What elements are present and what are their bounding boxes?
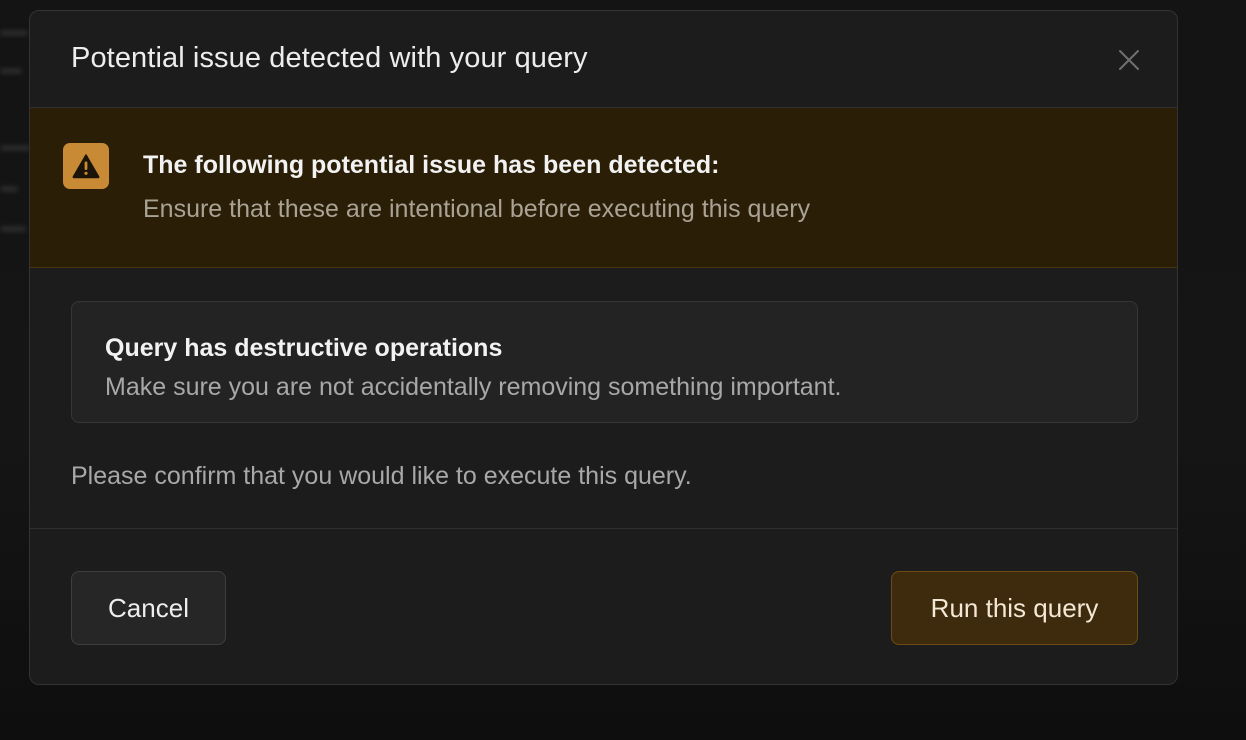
close-button[interactable] [1117, 48, 1141, 72]
warning-triangle-icon [72, 154, 100, 179]
dialog-title: Potential issue detected with your query [71, 42, 588, 74]
dialog-footer: Cancel Run this query [30, 528, 1177, 684]
confirm-query-dialog: Potential issue detected with your query… [29, 10, 1178, 685]
close-icon [1119, 50, 1139, 70]
warning-icon-box [63, 143, 109, 189]
issue-description: Make sure you are not accidentally remov… [105, 373, 842, 401]
warning-description: Ensure that these are intentional before… [143, 195, 811, 223]
dialog-header: Potential issue detected with your query [30, 11, 1177, 108]
warning-banner: The following potential issue has been d… [30, 108, 1177, 268]
cancel-button[interactable]: Cancel [71, 571, 226, 645]
confirm-message: Please confirm that you would like to ex… [71, 462, 692, 490]
warning-title: The following potential issue has been d… [143, 151, 720, 179]
issue-title: Query has destructive operations [105, 334, 503, 362]
run-query-button[interactable]: Run this query [891, 571, 1138, 645]
issue-card: Query has destructive operations Make su… [71, 301, 1138, 423]
